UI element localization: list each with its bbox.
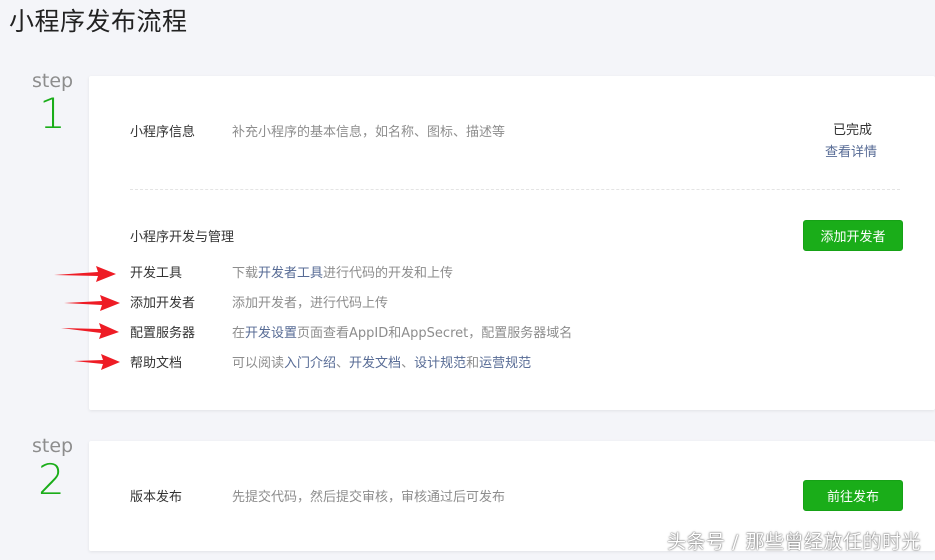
help-docs-desc: 可以阅读入门介绍、开发文档、设计规范和运营规范	[232, 356, 532, 371]
design-spec-link[interactable]: 设计规范	[414, 356, 466, 371]
step-2-label: step	[32, 435, 74, 457]
config-server-desc: 在开发设置页面查看AppID和AppSecret，配置服务器域名	[232, 326, 573, 341]
dev-tools-desc: 下载开发者工具进行代码的开发和上传	[232, 266, 454, 281]
version-publish-desc: 先提交代码，然后提交审核，审核通过后可发布	[232, 490, 506, 505]
red-arrow-icon	[54, 266, 116, 282]
add-developer-desc: 添加开发者，进行代码上传	[232, 296, 389, 311]
section-divider	[130, 189, 900, 190]
view-details-link[interactable]: 查看详情	[825, 141, 877, 160]
go-publish-button[interactable]: 前往发布	[803, 480, 903, 511]
step-2-number: 2	[38, 455, 65, 504]
watermark: 头条号 / 那些曾经放任的时光	[667, 531, 921, 553]
add-developer-button[interactable]: 添加开发者	[803, 220, 903, 251]
operation-spec-link[interactable]: 运营规范	[479, 356, 531, 371]
dev-settings-link[interactable]: 开发设置	[245, 326, 297, 341]
step-1-card: 小程序信息 补充小程序的基本信息，如名称、图标、描述等 已完成 查看详情 小程序…	[89, 76, 935, 410]
step-1-number: 1	[39, 89, 66, 138]
status-badge: 已完成	[833, 123, 873, 138]
help-docs-label: 帮助文档	[130, 356, 183, 371]
developer-tools-link[interactable]: 开发者工具	[258, 266, 323, 281]
dev-management-title: 小程序开发与管理	[130, 230, 235, 245]
add-developer-label: 添加开发者	[130, 296, 196, 311]
dev-tools-label: 开发工具	[130, 266, 183, 281]
version-publish-label: 版本发布	[130, 490, 183, 505]
red-arrow-icon	[74, 354, 120, 370]
red-arrow-icon	[64, 295, 120, 311]
config-server-label: 配置服务器	[130, 326, 196, 341]
mini-program-info-desc: 补充小程序的基本信息，如名称、图标、描述等	[232, 125, 506, 140]
dev-docs-link[interactable]: 开发文档	[349, 356, 401, 371]
page-title: 小程序发布流程	[9, 7, 188, 36]
red-arrow-icon	[61, 323, 119, 339]
mini-program-info-label: 小程序信息	[130, 125, 196, 140]
intro-guide-link[interactable]: 入门介绍	[284, 356, 336, 371]
